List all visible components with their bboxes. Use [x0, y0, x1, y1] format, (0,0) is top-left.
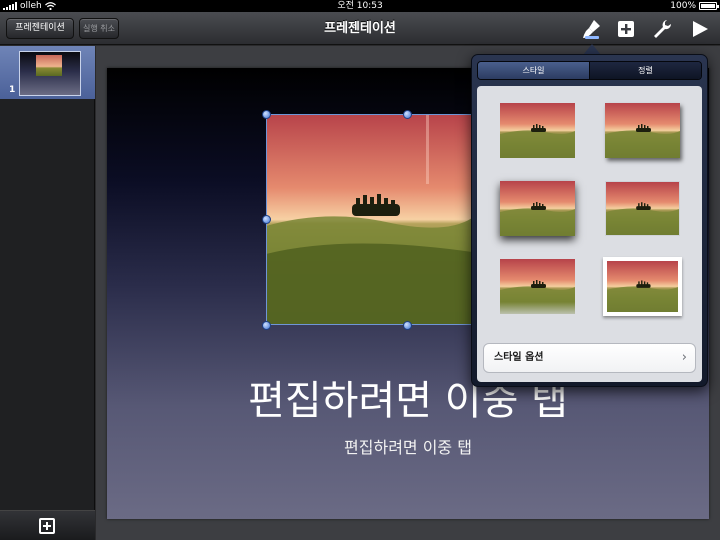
brush-icon[interactable]	[580, 17, 604, 41]
presentations-button[interactable]: 프레젠테이션	[6, 18, 74, 39]
wrench-icon[interactable]	[650, 17, 674, 41]
undo-button[interactable]: 실행 취소	[79, 18, 119, 39]
resize-handle[interactable]	[403, 321, 412, 330]
toolbar: 프레젠테이션 실행 취소 프레젠테이션	[0, 12, 720, 45]
status-right: 100%	[670, 0, 719, 12]
resize-handle[interactable]	[262, 110, 271, 119]
style-options-label: 스타일 옵션	[494, 352, 544, 363]
status-time: 오전 10:53	[337, 1, 383, 11]
style-option-reflection[interactable]	[500, 259, 575, 314]
resize-handle[interactable]	[262, 215, 271, 224]
style-option-deep-shadow[interactable]	[500, 181, 575, 236]
add-icon[interactable]	[614, 17, 638, 41]
slide-subtitle[interactable]: 편집하려면 이중 탭	[107, 434, 709, 458]
style-panel: 스타일 옵션 ›	[477, 86, 702, 382]
add-slide-icon[interactable]	[39, 518, 55, 534]
resize-handle[interactable]	[403, 110, 412, 119]
slide-thumbnail-row[interactable]: 1	[0, 46, 95, 99]
style-option-bordered[interactable]	[605, 181, 680, 236]
play-icon[interactable]	[688, 17, 712, 41]
style-option-drop-shadow[interactable]	[605, 103, 680, 158]
slide-number: 1	[9, 85, 16, 95]
thumbnail-photo	[36, 55, 62, 76]
style-option-plain[interactable]	[500, 103, 575, 158]
chevron-right-icon: ›	[681, 350, 687, 365]
slide-thumbnail[interactable]	[19, 51, 81, 96]
popover-tab-bar: 스타일 정렬	[477, 61, 702, 80]
style-popover: 스타일 정렬 스타일 옵션 ›	[471, 54, 708, 387]
slide-photo[interactable]	[266, 114, 472, 325]
style-options-row[interactable]: 스타일 옵션 ›	[483, 343, 696, 373]
status-bar: olleh 오전 10:53 100%	[0, 0, 720, 12]
battery-icon	[699, 2, 719, 10]
tab-arrange[interactable]: 정렬	[589, 62, 701, 79]
sidebar-footer	[0, 510, 95, 540]
tab-style[interactable]: 스타일	[478, 62, 589, 79]
battery-percent: 100%	[670, 1, 696, 11]
slide-navigator: 1	[0, 46, 95, 540]
resize-handle[interactable]	[262, 321, 271, 330]
style-option-white-frame[interactable]	[603, 257, 682, 316]
